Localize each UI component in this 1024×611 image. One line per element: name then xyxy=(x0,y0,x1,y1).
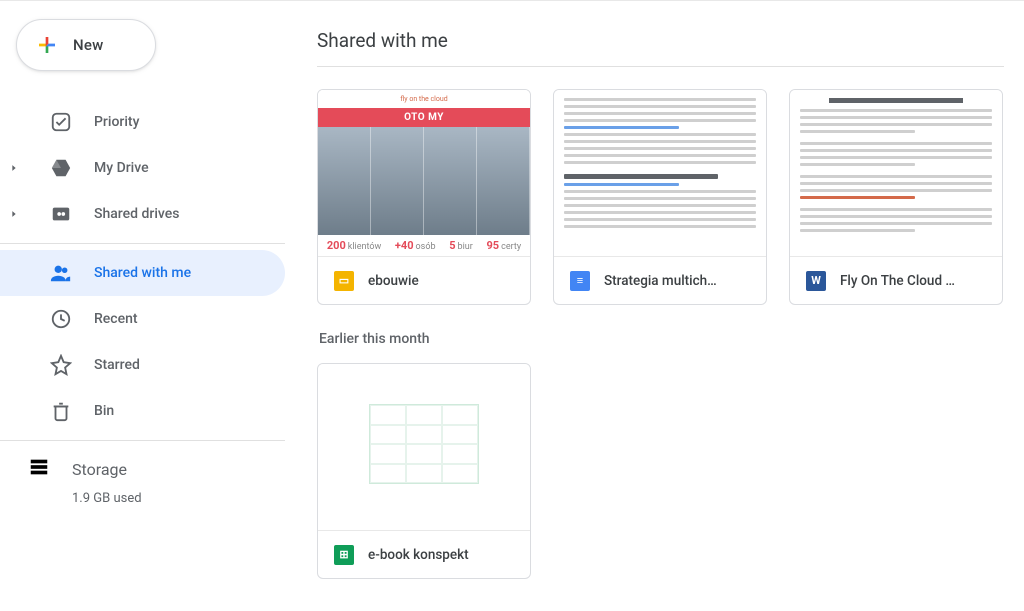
sidebar-item-priority[interactable]: Priority xyxy=(0,99,285,145)
divider xyxy=(0,440,285,441)
word-icon: W xyxy=(806,271,826,291)
storage-label: Storage xyxy=(72,460,127,479)
sidebar-item-label: Shared drives xyxy=(94,206,179,222)
chevron-right-icon xyxy=(8,208,20,220)
file-name: ebouwie xyxy=(368,273,419,289)
plus-icon xyxy=(35,33,59,57)
clock-icon xyxy=(50,308,72,330)
sidebar-item-recent[interactable]: Recent xyxy=(0,296,285,342)
new-button[interactable]: New xyxy=(16,19,156,71)
sidebar-item-bin[interactable]: Bin xyxy=(0,388,285,434)
file-card[interactable]: ≡ Strategia multich… xyxy=(553,89,767,305)
storage-used: 1.9 GB used xyxy=(72,491,285,506)
file-thumbnail xyxy=(790,90,1002,256)
thumb-photo xyxy=(318,127,530,235)
thumb-stats: 200klientów+40osób5biur95certy xyxy=(318,235,530,256)
sidebar-item-starred[interactable]: Starred xyxy=(0,342,285,388)
chevron-right-icon xyxy=(8,162,20,174)
sidebar-item-storage[interactable]: Storage xyxy=(28,449,285,489)
file-grid-earlier: ⊞ e-book konspekt xyxy=(317,363,1004,579)
sidebar-item-label: Recent xyxy=(94,311,138,327)
sidebar-item-shared-with-me[interactable]: Shared with me xyxy=(0,250,285,296)
storage-icon xyxy=(28,456,50,482)
sidebar-item-label: My Drive xyxy=(94,160,149,176)
file-name: e-book konspekt xyxy=(368,547,469,563)
file-card[interactable]: fly on the cloudOTO MY 200klientów+40osób… xyxy=(317,89,531,305)
sidebar-item-label: Starred xyxy=(94,357,140,373)
file-grid-recent: fly on the cloudOTO MY 200klientów+40osób… xyxy=(317,89,1004,305)
file-thumbnail xyxy=(554,90,766,256)
sidebar-item-label: Bin xyxy=(94,403,114,419)
slides-icon: ▭ xyxy=(334,271,354,291)
file-name: Fly On The Cloud … xyxy=(840,273,955,289)
sheets-icon: ⊞ xyxy=(334,545,354,565)
shared-dr-icon xyxy=(50,203,72,225)
file-card[interactable]: ⊞ e-book konspekt xyxy=(317,363,531,579)
sidebar: New Priority My Drive Shared drives Shared … xyxy=(0,1,285,611)
new-button-label: New xyxy=(73,36,103,54)
file-thumbnail xyxy=(318,364,530,530)
nav: Priority My Drive Shared drives Shared with… xyxy=(0,99,285,434)
divider xyxy=(0,243,285,244)
sidebar-item-label: Shared with me xyxy=(94,265,191,281)
file-name: Strategia multich… xyxy=(604,273,717,289)
docs-icon: ≡ xyxy=(570,271,590,291)
sidebar-item-shared-drives[interactable]: Shared drives xyxy=(0,191,285,237)
file-thumbnail: fly on the cloudOTO MY 200klientów+40osób… xyxy=(318,90,530,256)
people-icon xyxy=(50,262,72,284)
trash-icon xyxy=(50,400,72,422)
sidebar-item-my-drive[interactable]: My Drive xyxy=(0,145,285,191)
priority-icon xyxy=(50,111,72,133)
star-icon xyxy=(50,354,72,376)
page-title: Shared with me xyxy=(317,29,1004,67)
drive-icon xyxy=(50,157,72,179)
thumb-title: OTO MY xyxy=(318,108,530,127)
section-earlier: Earlier this month xyxy=(319,331,1004,347)
thumb-brand: fly on the cloud xyxy=(318,90,530,108)
file-card[interactable]: W Fly On The Cloud … xyxy=(789,89,1003,305)
main: Shared with me fly on the cloudOTO MY 200… xyxy=(285,1,1024,611)
sidebar-item-label: Priority xyxy=(94,114,139,130)
